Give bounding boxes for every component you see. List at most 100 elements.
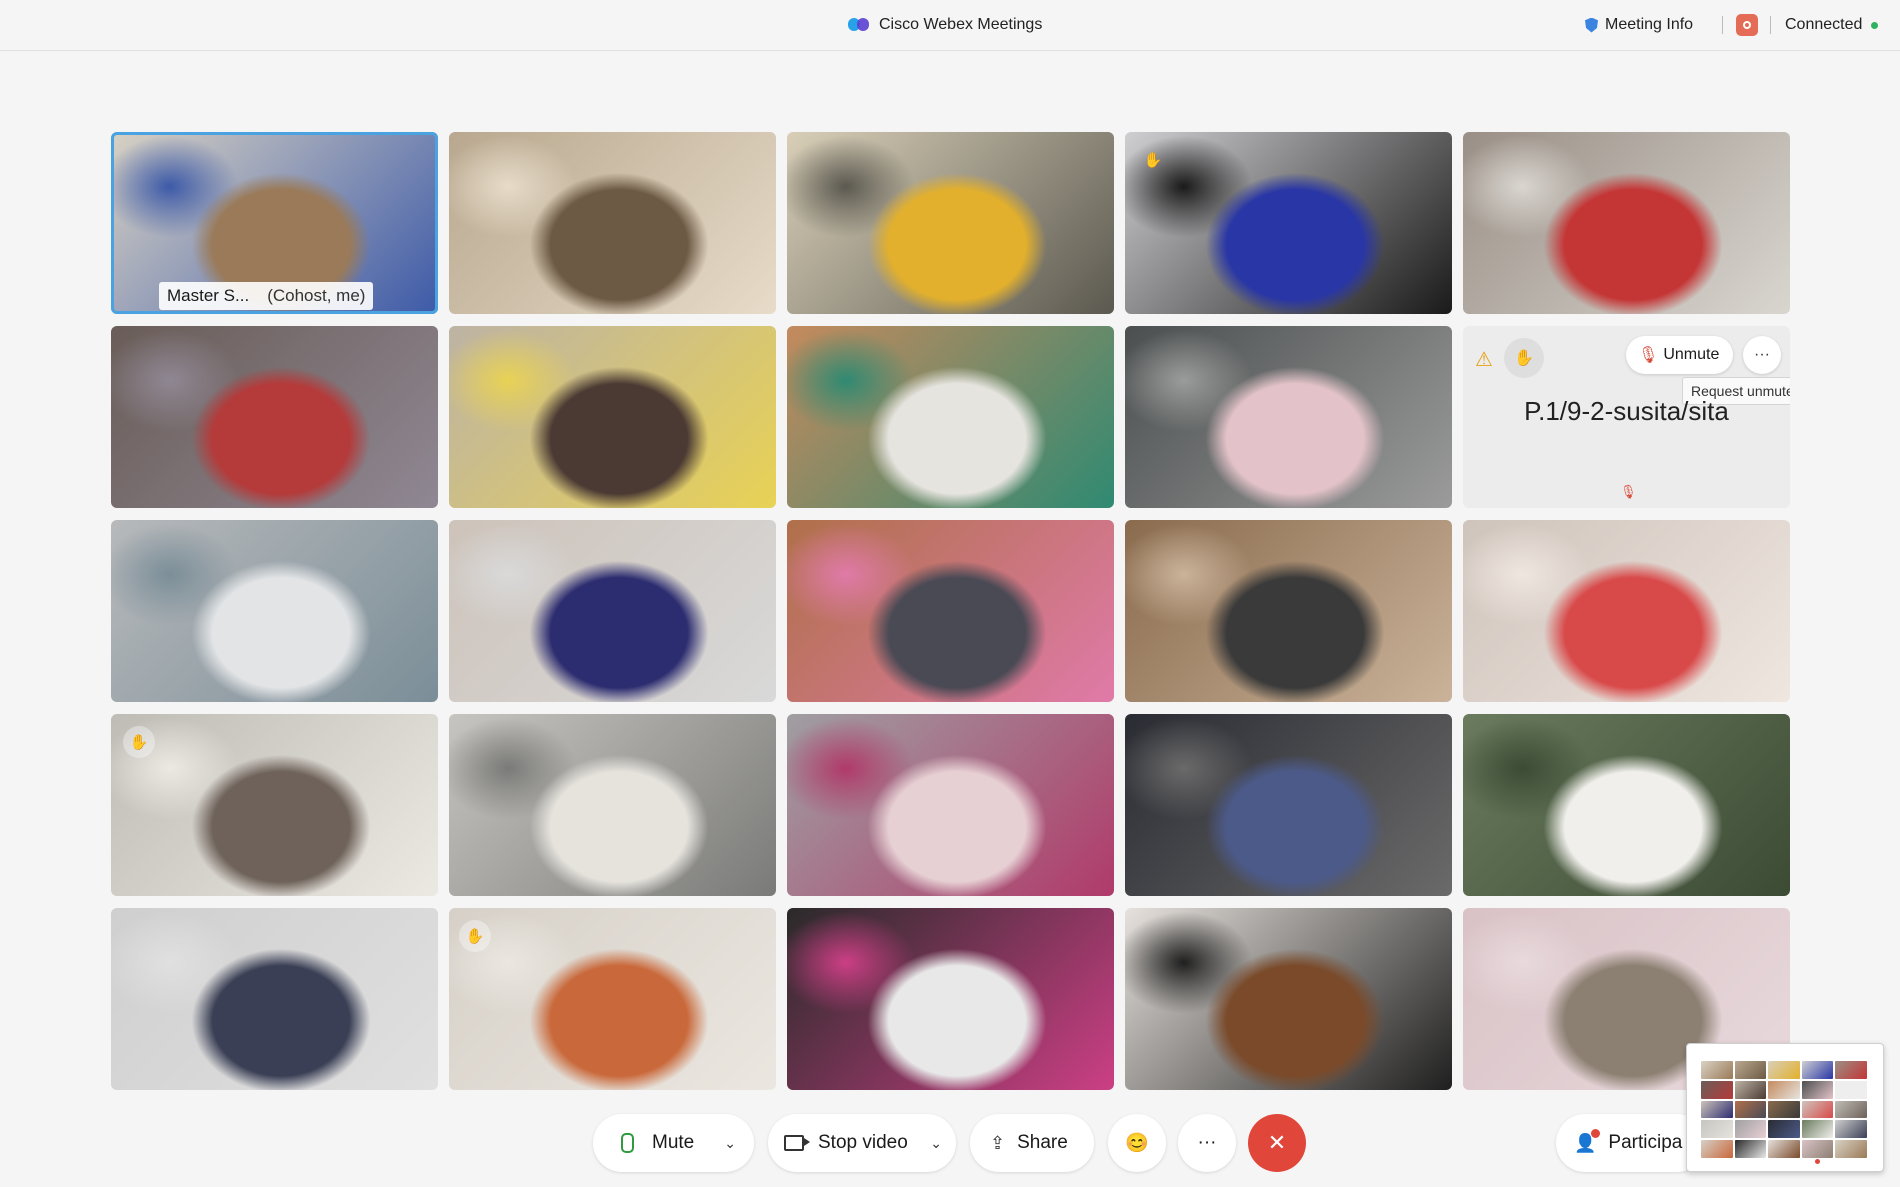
video-tile[interactable] (787, 714, 1114, 896)
chevron-down-icon[interactable]: ⌄ (724, 1135, 736, 1152)
video-tile-no-video[interactable]: ⚠ ✋ 🎙 Unmute ··· Request unmute P.1/9-2-… (1463, 326, 1790, 508)
video-tile[interactable]: ✋ (111, 714, 438, 896)
webex-logo-icon (848, 17, 870, 33)
video-tile[interactable] (787, 326, 1114, 508)
video-tile[interactable] (111, 326, 438, 508)
raise-hand-icon: ✋ (459, 920, 491, 952)
divider (1770, 16, 1771, 34)
mute-button[interactable]: Mute ⌄ (593, 1114, 754, 1172)
warning-icon: ⚠ (1475, 349, 1493, 371)
raise-hand-icon: ✋ (1143, 152, 1163, 169)
video-tile[interactable] (1463, 132, 1790, 314)
unmute-button[interactable]: 🎙 Unmute (1626, 336, 1734, 374)
stop-video-label: Stop video (818, 1132, 908, 1153)
preview-tile (1768, 1120, 1800, 1139)
video-tile[interactable] (1463, 714, 1790, 896)
app-title-text: Cisco Webex Meetings (879, 16, 1043, 33)
meeting-info-label: Meeting Info (1605, 16, 1694, 33)
tile-more-button[interactable]: ··· (1743, 336, 1781, 374)
video-tile[interactable] (111, 520, 438, 702)
video-tile[interactable] (1125, 326, 1452, 508)
participants-icon: 👤 (1574, 1128, 1601, 1154)
video-tile[interactable] (787, 908, 1114, 1090)
mic-off-icon: 🎙 (1620, 484, 1637, 499)
video-tile[interactable] (1125, 908, 1452, 1090)
video-tile[interactable]: ✋ (1125, 132, 1452, 314)
video-tile[interactable] (1125, 714, 1452, 896)
share-button[interactable]: ⇪ Share (970, 1114, 1094, 1172)
status-dot-icon (1871, 21, 1879, 29)
participant-name-tag: Master S... (Cohost, me) (159, 282, 374, 310)
muted-mic-icon[interactable]: ✋ (1504, 338, 1544, 378)
meeting-info-button[interactable]: Meeting Info (1585, 14, 1693, 36)
video-tile[interactable] (111, 908, 438, 1090)
participant-role: (Cohost, me) (267, 286, 366, 305)
video-tile[interactable] (449, 132, 776, 314)
camera-icon (784, 1135, 810, 1151)
preview-tile (1701, 1100, 1733, 1119)
meeting-preview-thumbnail[interactable] (1686, 1043, 1884, 1172)
share-icon: ⇪ (990, 1132, 1006, 1153)
notification-dot (1591, 1128, 1601, 1138)
unmute-label: Unmute (1663, 346, 1720, 363)
video-tile[interactable] (449, 520, 776, 702)
raise-hand-icon: ✋ (123, 726, 155, 758)
preview-tile (1835, 1120, 1867, 1139)
end-meeting-button[interactable]: ✕ (1248, 1114, 1306, 1172)
preview-tile (1701, 1120, 1733, 1139)
preview-tile (1734, 1061, 1767, 1079)
video-tile[interactable] (449, 714, 776, 896)
preview-tile (1835, 1140, 1867, 1158)
video-tile[interactable] (449, 326, 776, 508)
share-label: Share (1017, 1132, 1068, 1153)
record-button[interactable] (1736, 14, 1758, 36)
preview-tile (1701, 1080, 1733, 1099)
preview-tile (1768, 1100, 1800, 1119)
connection-status-label: Connected (1785, 16, 1863, 33)
more-icon: ··· (1197, 1132, 1217, 1153)
preview-tile (1768, 1080, 1800, 1099)
preview-tile (1801, 1080, 1834, 1099)
video-tile[interactable] (1463, 520, 1790, 702)
preview-tile (1835, 1100, 1867, 1119)
control-bar: Mute ⌄ Stop video ⌄ ⇪ Share 😊 ··· ✕ 👤 Pa… (0, 1096, 1900, 1187)
mic-off-icon: 🎙 (1638, 347, 1659, 364)
video-grid: Master S... (Cohost, me) ✋ ⚠ ✋ 🎙 Unmute … (111, 132, 1790, 1090)
preview-tile (1734, 1120, 1767, 1139)
preview-tile (1801, 1061, 1834, 1079)
record-icon (1743, 21, 1751, 29)
participants-button[interactable]: 👤 Participa (1556, 1114, 1706, 1172)
preview-grid (1701, 1061, 1867, 1158)
preview-tile (1734, 1080, 1767, 1099)
participant-name: Master S... (167, 286, 250, 305)
preview-tile (1768, 1061, 1800, 1079)
more-options-button[interactable]: ··· (1178, 1114, 1236, 1172)
video-tile[interactable]: ✋ (449, 908, 776, 1090)
preview-tile (1801, 1120, 1834, 1139)
emoji-icon: 😊 (1125, 1133, 1149, 1154)
preview-end-dot (1815, 1159, 1820, 1164)
video-tile[interactable] (787, 520, 1114, 702)
video-tile[interactable] (1125, 520, 1452, 702)
chevron-down-icon[interactable]: ⌄ (930, 1135, 942, 1152)
preview-tile (1734, 1140, 1767, 1158)
preview-tile (1768, 1140, 1800, 1158)
preview-tile (1835, 1080, 1867, 1099)
participants-label: Participa (1608, 1132, 1683, 1153)
preview-tile (1801, 1100, 1834, 1119)
reactions-button[interactable]: 😊 (1108, 1114, 1166, 1172)
participant-name: P.1/9-2-susita/sita (1524, 396, 1729, 426)
stop-video-button[interactable]: Stop video ⌄ (768, 1114, 956, 1172)
close-icon: ✕ (1267, 1130, 1287, 1155)
connection-status: Connected (1785, 14, 1879, 36)
shield-icon (1585, 17, 1598, 33)
preview-tile (1835, 1061, 1867, 1079)
preview-tile (1701, 1140, 1733, 1158)
mute-label: Mute (652, 1132, 695, 1153)
divider (1722, 16, 1723, 34)
video-tile[interactable] (787, 132, 1114, 314)
app-title: Cisco Webex Meetings (848, 14, 1042, 36)
preview-tile (1801, 1140, 1834, 1158)
microphone-icon (621, 1133, 634, 1153)
video-tile-active-speaker[interactable]: Master S... (Cohost, me) (111, 132, 438, 314)
